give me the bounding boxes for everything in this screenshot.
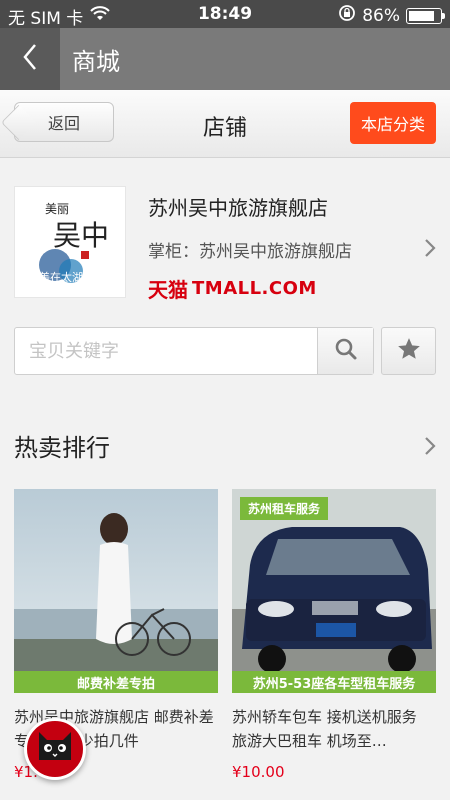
favorite-button[interactable] bbox=[381, 327, 436, 375]
status-bar: 无 SIM 卡 18:49 86% bbox=[0, 0, 450, 29]
star-icon bbox=[396, 336, 422, 366]
tmall-logo-en: TMALL.COM bbox=[192, 278, 317, 299]
product-image-banner: 邮费补差专拍 bbox=[14, 671, 218, 693]
tmall-logo-cn: 天猫 bbox=[148, 278, 188, 302]
product-image[interactable]: 邮费补差专拍 bbox=[14, 489, 218, 693]
product-card[interactable]: 苏州租车服务 苏州5-53座各车型租车服务 苏州轿车包车 接机送机服务 旅游大巴… bbox=[232, 489, 436, 781]
app-title: 商城 bbox=[72, 48, 120, 76]
logo-text-3: 美在太湖 bbox=[39, 271, 83, 284]
app-header: 商城 bbox=[0, 28, 450, 90]
product-image-banner: 苏州5-53座各车型租车服务 bbox=[232, 671, 436, 693]
product-price: ¥10.00 bbox=[232, 763, 285, 781]
chevron-right-icon[interactable] bbox=[424, 436, 436, 460]
logo-text-2: 吴中 bbox=[53, 219, 109, 252]
product-name[interactable]: 苏州轿车包车 接机送机服务 旅游大巴租车 机场至… bbox=[232, 705, 436, 753]
store-category-button[interactable]: 本店分类 bbox=[350, 102, 436, 144]
store-header: 返回 店铺 本店分类 bbox=[0, 90, 450, 158]
shop-logo[interactable]: 美丽 吴中 美在太湖 bbox=[14, 186, 126, 298]
search-button[interactable] bbox=[317, 328, 373, 374]
search-input[interactable] bbox=[15, 328, 319, 374]
shop-owner[interactable]: 掌柜：苏州吴中旅游旗舰店 bbox=[148, 237, 352, 262]
battery-icon bbox=[406, 7, 445, 24]
search-bar bbox=[14, 327, 374, 375]
app-back-button[interactable] bbox=[0, 28, 60, 90]
product-image[interactable]: 苏州租车服务 苏州5-53座各车型租车服务 bbox=[232, 489, 436, 693]
shop-name: 苏州吴中旅游旗舰店 bbox=[148, 196, 328, 220]
product-image-tag: 苏州租车服务 bbox=[240, 497, 329, 520]
rotation-lock-icon bbox=[338, 4, 356, 27]
search-icon bbox=[334, 337, 358, 365]
chevron-right-icon[interactable] bbox=[424, 238, 436, 262]
status-right: 86% bbox=[338, 4, 445, 27]
tmall-cat-icon bbox=[35, 730, 75, 768]
logo-text-1: 美丽 bbox=[45, 202, 69, 216]
chevron-left-icon bbox=[22, 43, 38, 75]
hot-ranking-title: 热卖排行 bbox=[14, 434, 110, 462]
battery-percent: 86% bbox=[362, 5, 400, 26]
tmall-logo: 天猫 TMALL.COM bbox=[148, 274, 317, 303]
tmall-float-button[interactable] bbox=[24, 718, 86, 780]
